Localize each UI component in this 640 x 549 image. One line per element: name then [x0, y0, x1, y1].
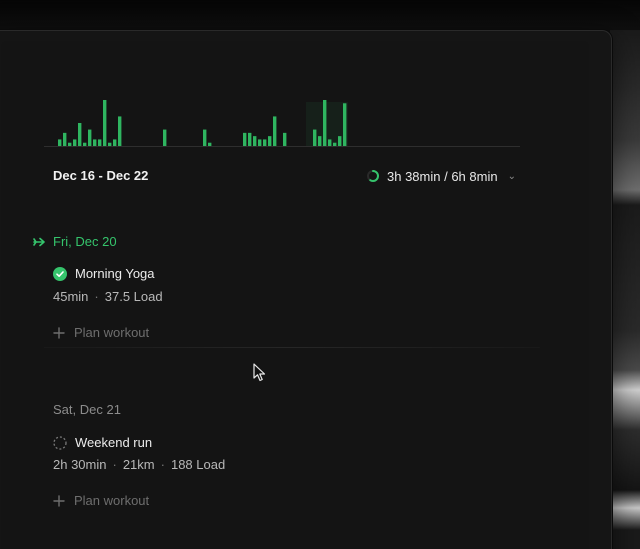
chart-bar	[118, 116, 122, 146]
workout-meta: 2h 30min · 21km · 188 Load	[53, 457, 225, 472]
chart-bar	[248, 132, 252, 146]
day-header-sat-dec-21: Sat, Dec 21	[53, 402, 121, 417]
screen: Dec 16 - Dec 22 3h 38min / 6h 8min ⌄ Fri…	[0, 0, 640, 549]
plus-icon	[53, 494, 65, 507]
chart-bar	[243, 132, 247, 146]
chart-bar	[73, 139, 77, 146]
chart-bar	[273, 116, 277, 146]
chart-bar	[338, 136, 342, 146]
completed-check-icon	[53, 266, 67, 281]
chart-bar	[108, 142, 112, 146]
chart-bar	[78, 123, 82, 146]
desktop-background	[610, 30, 640, 549]
chart-bar	[328, 139, 332, 146]
today-arrow-icon	[33, 237, 45, 246]
chart-bar	[313, 129, 317, 146]
weekly-activity-chart-svg	[44, 100, 520, 147]
meta-separator: ·	[94, 289, 99, 304]
day-divider	[44, 347, 540, 348]
plus-icon	[53, 326, 65, 339]
chart-bar	[283, 132, 287, 146]
plan-workout-label: Plan workout	[74, 493, 150, 508]
chart-bar	[63, 132, 67, 146]
workout-distance: 21km	[122, 457, 155, 472]
chart-bar	[58, 139, 62, 146]
workout-title: Weekend run	[75, 435, 153, 450]
workout-load: 37.5 Load	[104, 289, 163, 304]
workout-duration: 45min	[53, 289, 89, 304]
plan-workout-label: Plan workout	[74, 325, 150, 340]
meta-separator: ·	[160, 457, 165, 472]
chart-bar	[263, 139, 267, 146]
chart-bar	[103, 100, 107, 146]
chart-bar	[318, 136, 322, 146]
chart-bar	[333, 142, 337, 146]
progress-ring-icon	[367, 170, 379, 182]
weekly-activity-chart[interactable]	[44, 92, 520, 148]
chart-bar	[83, 142, 87, 146]
chevron-down-icon: ⌄	[507, 170, 516, 182]
workout-morning-yoga[interactable]: Morning Yoga	[53, 266, 155, 281]
chart-bar	[258, 139, 262, 146]
plan-workout-button[interactable]: Plan workout	[53, 325, 149, 340]
chart-bar	[113, 139, 117, 146]
current-day-highlight	[306, 102, 348, 146]
chart-bar	[98, 139, 102, 146]
workout-meta: 45min · 37.5 Load	[53, 289, 163, 304]
chart-bar	[93, 139, 97, 146]
chart-bar	[203, 129, 207, 146]
week-total-label: 3h 38min / 6h 8min	[387, 168, 498, 184]
chart-bar	[88, 129, 92, 146]
chart-bar	[268, 136, 272, 146]
chart-bar	[208, 142, 212, 146]
workout-load: 188 Load	[170, 457, 226, 472]
planned-dashed-circle-icon	[53, 435, 67, 450]
chart-bar	[343, 103, 347, 146]
day-label: Fri, Dec 20	[53, 234, 117, 249]
day-header-fri-dec-20: Fri, Dec 20	[33, 234, 117, 249]
chart-bar	[68, 142, 72, 146]
chart-bar	[253, 136, 257, 146]
chart-bar	[163, 129, 167, 146]
week-range-label: Dec 16 - Dec 22	[53, 168, 149, 183]
day-label: Sat, Dec 21	[53, 402, 121, 417]
meta-separator: ·	[112, 457, 117, 472]
plan-workout-button[interactable]: Plan workout	[53, 493, 149, 508]
workout-weekend-run[interactable]: Weekend run	[53, 435, 152, 450]
chart-bar	[323, 100, 327, 146]
mouse-cursor-icon	[253, 363, 266, 382]
week-total-dropdown[interactable]: 3h 38min / 6h 8min ⌄	[366, 168, 516, 184]
workout-title: Morning Yoga	[75, 266, 155, 281]
workout-duration: 2h 30min	[53, 457, 107, 472]
